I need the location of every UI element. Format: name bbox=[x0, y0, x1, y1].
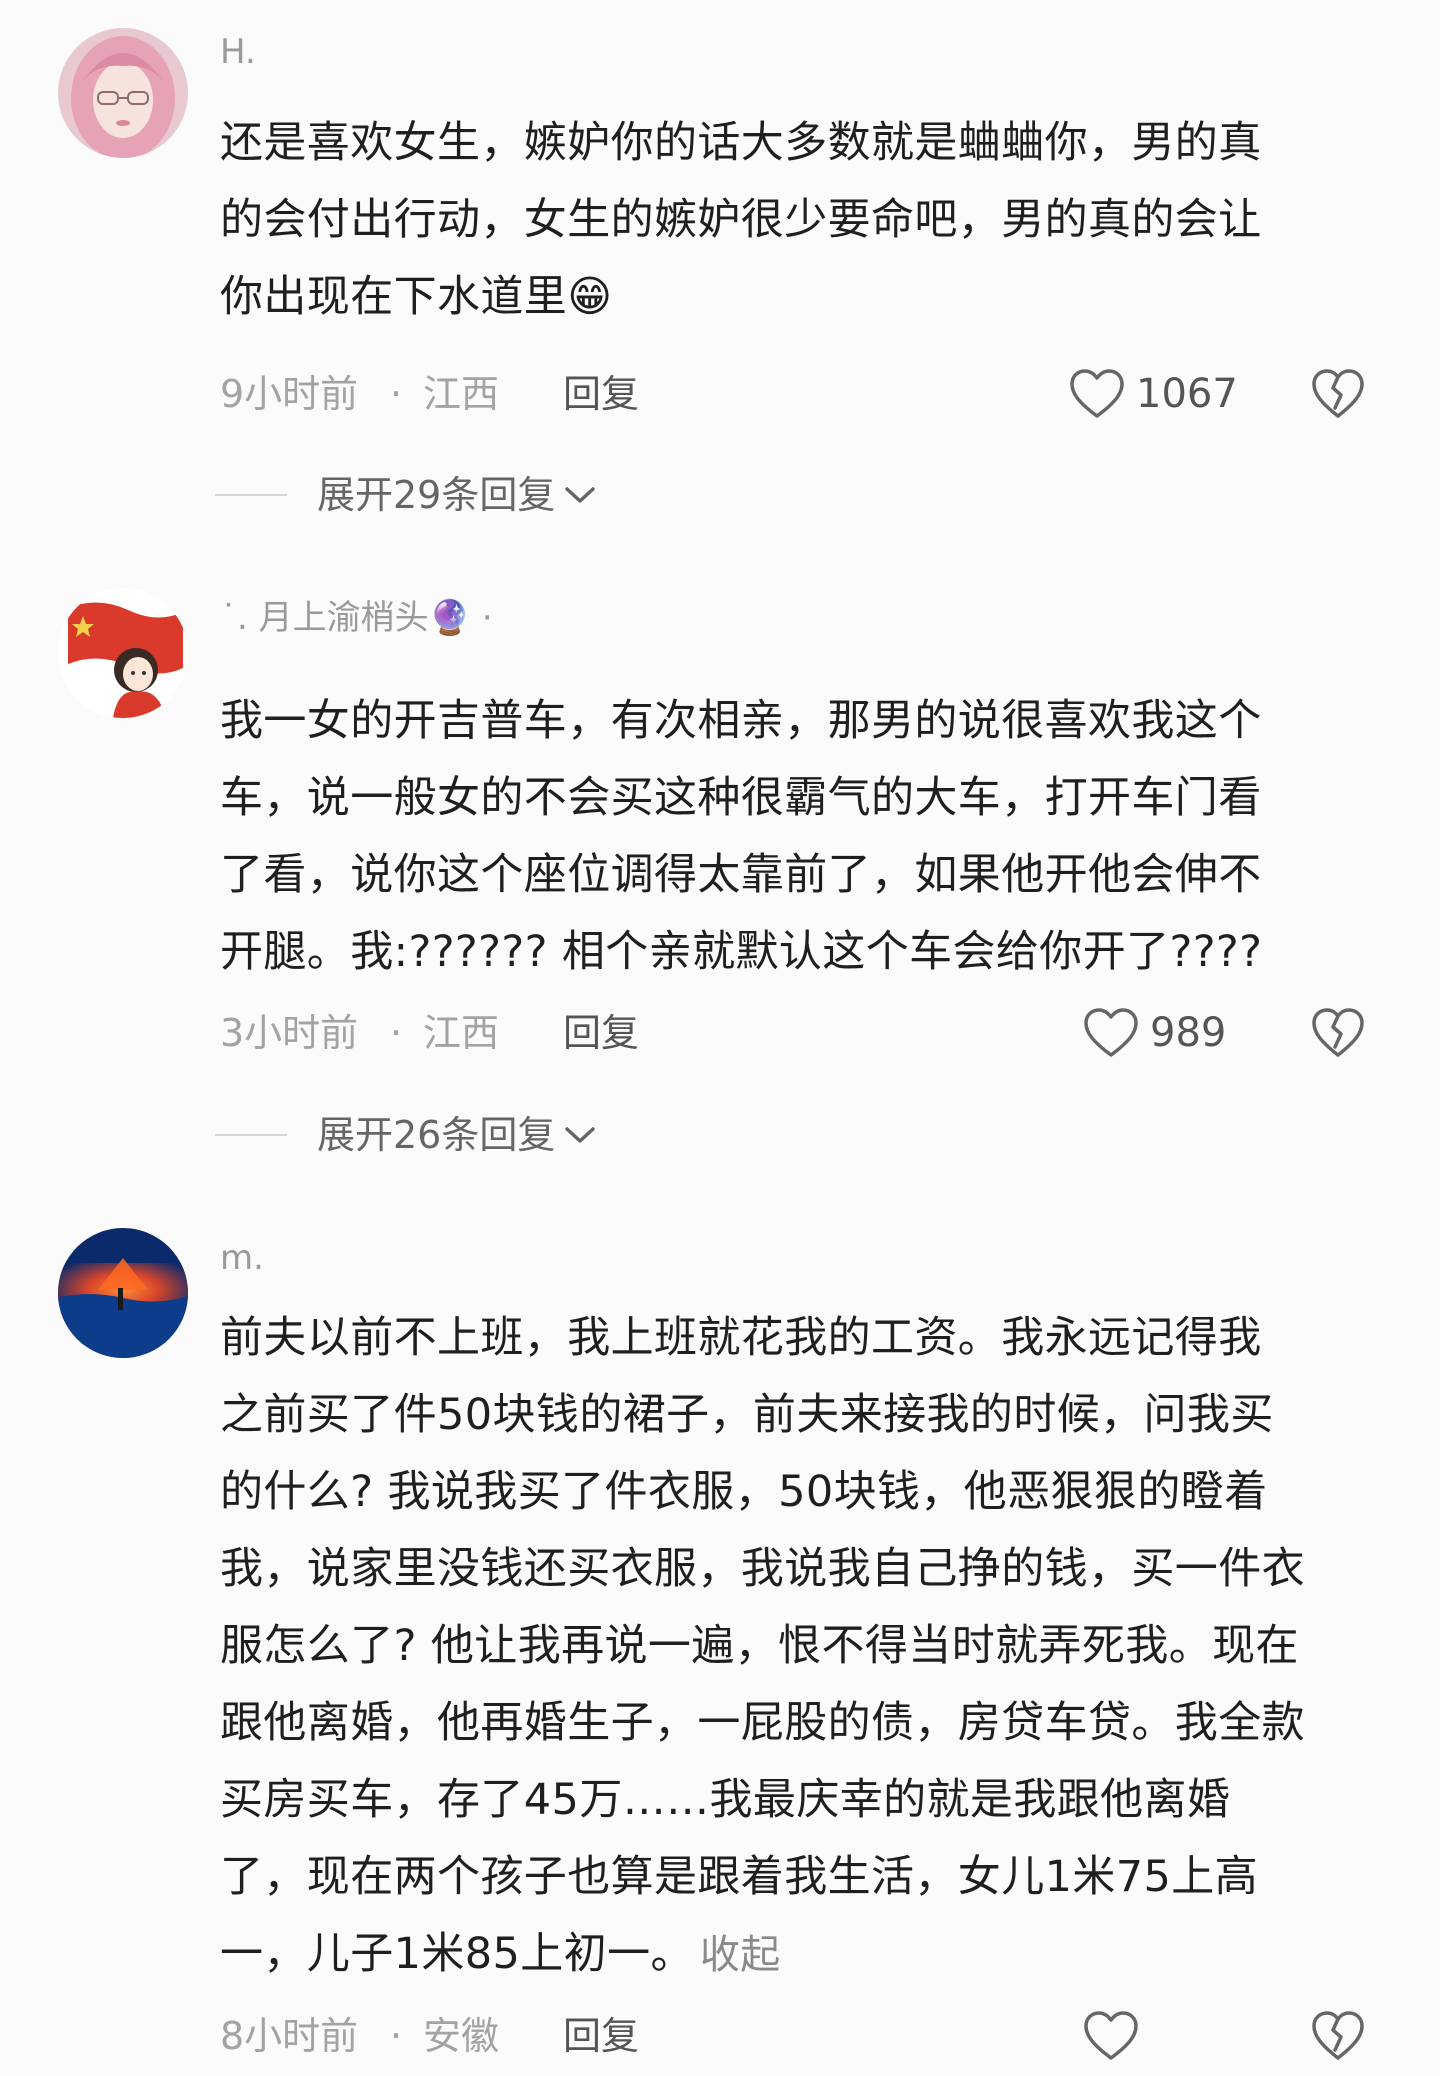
meta-separator: · bbox=[390, 372, 403, 416]
expand-replies-label: 展开26条回复 bbox=[317, 1113, 556, 1157]
heart-outline-icon bbox=[1084, 1008, 1138, 1057]
content-line: 还是喜欢女生，嫉妒你的话大多数就是蛐蛐你，男的真 bbox=[220, 118, 1262, 168]
reply-button[interactable]: 回复 bbox=[563, 366, 639, 422]
comment-meta: 3小时前 · 江西 回复 989 bbox=[220, 1005, 1364, 1061]
comment-content: 前夫以前不上班，我上班就花我的工资。我永远记得我 之前买了件50块钱的裙子，前夫… bbox=[220, 1300, 1400, 1994]
divider bbox=[215, 494, 287, 496]
avatar[interactable] bbox=[58, 588, 188, 718]
avatar[interactable] bbox=[58, 1228, 188, 1358]
like-count: 1067 bbox=[1136, 371, 1238, 417]
expand-replies-button[interactable]: 展开29条回复 bbox=[215, 467, 597, 523]
content-line: 一，儿子1米85上初一。 收起 bbox=[220, 1916, 1400, 1994]
expand-replies-label: 展开29条回复 bbox=[317, 473, 556, 517]
heart-outline-icon bbox=[1070, 369, 1124, 418]
content-line-text: 一，儿子1米85上初一。 bbox=[220, 1929, 694, 1979]
avatar-image bbox=[58, 588, 188, 718]
meta-separator: · bbox=[390, 1011, 403, 1055]
content-line: 了，现在两个孩子也算是跟着我生活，女儿1米75上高 bbox=[220, 1852, 1259, 1902]
comment-content: 还是喜欢女生，嫉妒你的话大多数就是蛐蛐你，男的真 的会付出行动，女生的嫉妒很少要… bbox=[220, 105, 1400, 336]
crystal-ball-emoji: 🔮 bbox=[428, 598, 471, 638]
dislike-button[interactable] bbox=[1310, 1005, 1366, 1061]
like-count: 989 bbox=[1150, 1010, 1227, 1056]
like-button[interactable]: 989 bbox=[1082, 1005, 1226, 1061]
username[interactable]: m. bbox=[220, 1238, 264, 1278]
username-suffix: · bbox=[481, 598, 493, 638]
chevron-down-icon bbox=[565, 1127, 596, 1143]
heart-outline-icon bbox=[1084, 2011, 1138, 2060]
username-text: H. bbox=[220, 32, 256, 72]
content-line: 了看，说你这个座位调得太靠前了，如果他开他会伸不 bbox=[220, 850, 1262, 900]
broken-heart-icon bbox=[1312, 1008, 1364, 1057]
expand-replies-button[interactable]: 展开26条回复 bbox=[215, 1107, 597, 1163]
content-line: 跟他离婚，他再婚生子，一屁股的债，房贷车贷。我全款 bbox=[220, 1698, 1305, 1748]
username-prefix: ˙. bbox=[220, 598, 248, 638]
content-line: 前夫以前不上班，我上班就花我的工资。我永远记得我 bbox=[220, 1313, 1262, 1363]
content-line: 开腿。我:?????? 相个亲就默认这个车会给你开了???? bbox=[220, 927, 1263, 977]
comment-meta: 8小时前 · 安徽 回复 bbox=[220, 2008, 1364, 2064]
reply-button[interactable]: 回复 bbox=[563, 2008, 639, 2064]
dislike-button[interactable] bbox=[1310, 2008, 1366, 2064]
username[interactable]: ˙. 月上渝梢头🔮 · bbox=[220, 598, 493, 638]
content-line: 买房买车，存了45万……我最庆幸的就是我跟他离婚 bbox=[220, 1775, 1231, 1825]
content-line-text: 你出现在下水道里 bbox=[220, 272, 568, 322]
broken-heart-icon bbox=[1312, 2011, 1364, 2060]
dislike-button[interactable] bbox=[1310, 366, 1366, 422]
content-line: 之前买了件50块钱的裙子，前夫来接我的时候，问我买 bbox=[220, 1390, 1274, 1440]
timestamp: 9小时前 bbox=[220, 372, 359, 416]
location: 江西 bbox=[423, 1011, 500, 1055]
location: 江西 bbox=[423, 372, 500, 416]
collapse-button[interactable]: 收起 bbox=[700, 1932, 781, 1978]
content-line: 我，说家里没钱还买衣服，我说我自己挣的钱，买一件衣 bbox=[220, 1544, 1305, 1594]
content-line: 车，说一般女的不会买这种很霸气的大车，打开车门看 bbox=[220, 773, 1262, 823]
broken-heart-icon bbox=[1312, 369, 1364, 418]
comment-meta: 9小时前 · 江西 回复 1067 bbox=[220, 366, 1364, 422]
timestamp: 8小时前 bbox=[220, 2014, 359, 2058]
username[interactable]: H. bbox=[220, 32, 256, 72]
like-button[interactable] bbox=[1082, 2008, 1140, 2064]
comment-content: 我一女的开吉普车，有次相亲，那男的说很喜欢我这个 车，说一般女的不会买这种很霸气… bbox=[220, 683, 1400, 991]
chevron-down-icon bbox=[565, 487, 596, 503]
avatar-image bbox=[58, 1228, 188, 1358]
grin-emoji: 😁 bbox=[567, 272, 613, 322]
location: 安徽 bbox=[423, 2014, 500, 2058]
divider bbox=[215, 1134, 287, 1136]
username-text: 月上渝梢头 bbox=[258, 598, 429, 638]
content-line: 的会付出行动，女生的嫉妒很少要命吧，男的真的会让 bbox=[220, 195, 1262, 245]
avatar[interactable] bbox=[58, 28, 188, 158]
like-button[interactable]: 1067 bbox=[1068, 366, 1238, 422]
content-line: 服怎么了? 他让我再说一遍，恨不得当时就弄死我。现在 bbox=[220, 1621, 1299, 1671]
content-line: 你出现在下水道里😁 bbox=[220, 259, 1400, 336]
timestamp: 3小时前 bbox=[220, 1011, 359, 1055]
content-line: 我一女的开吉普车，有次相亲，那男的说很喜欢我这个 bbox=[220, 696, 1262, 746]
content-line: 的什么? 我说我买了件衣服，50块钱，他恶狠狠的瞪着 bbox=[220, 1467, 1268, 1517]
username-text: m. bbox=[220, 1238, 264, 1278]
avatar-image bbox=[58, 28, 188, 158]
meta-separator: · bbox=[390, 2014, 403, 2058]
reply-button[interactable]: 回复 bbox=[563, 1005, 639, 1061]
